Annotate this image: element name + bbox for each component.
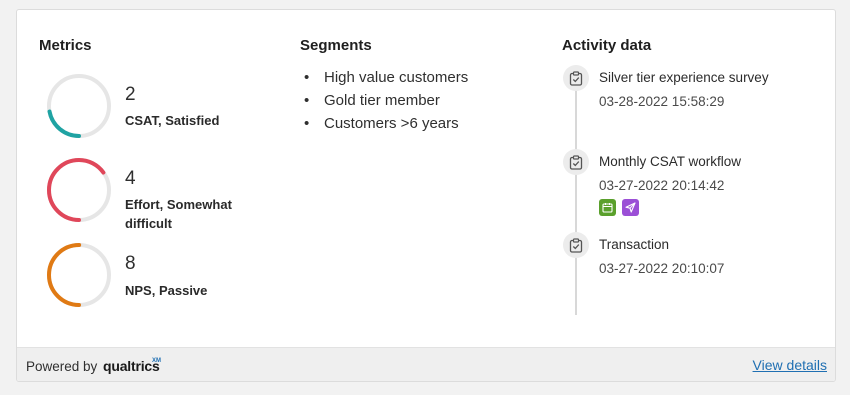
activity-time: 03-27-2022 20:10:07	[599, 261, 725, 276]
list-item: • Gold tier member	[304, 92, 440, 109]
metric-value: 2	[125, 84, 136, 105]
activity-time: 03-28-2022 15:58:29	[599, 94, 725, 109]
activity-title: Activity data	[562, 37, 652, 54]
view-details-link[interactable]: View details	[753, 357, 827, 373]
segment-label: Gold tier member	[324, 92, 440, 109]
timeline-line	[575, 90, 577, 315]
metric-label: CSAT, Satisfied	[125, 113, 220, 128]
segment-label: Customers >6 years	[324, 115, 459, 132]
clipboard-check-icon	[563, 149, 589, 175]
card-footer: Powered by qualtrics XM View details	[17, 347, 835, 381]
segments-list: • High value customers • Gold tier member …	[304, 66, 468, 135]
csat-gauge	[47, 74, 111, 138]
activity-time: 03-27-2022 20:14:42	[599, 178, 725, 193]
customer-summary-card: Metrics 2 CSAT, Satisfied 4 Effort, Some…	[16, 9, 836, 382]
xm-superscript: XM	[152, 358, 161, 364]
metric-value: 8	[125, 253, 136, 274]
calendar-icon[interactable]	[599, 199, 616, 216]
metric-nps: 8 NPS, Passive	[45, 241, 285, 311]
metric-label: Effort, Somewhat difficult	[125, 197, 232, 231]
activity-title-text: Transaction	[599, 237, 670, 252]
clipboard-check-icon	[563, 65, 589, 91]
segments-title: Segments	[300, 37, 372, 54]
effort-gauge	[47, 158, 111, 222]
activity-title-text: Silver tier experience survey	[599, 70, 769, 85]
send-icon[interactable]	[622, 199, 639, 216]
list-item: • High value customers	[304, 69, 469, 86]
metric-label: NPS, Passive	[125, 283, 208, 298]
clipboard-check-icon	[563, 232, 589, 258]
metric-value: 4	[125, 168, 136, 189]
metric-effort: 4 Effort, Somewhat difficult	[45, 156, 285, 231]
activity-title-text: Monthly CSAT workflow	[599, 154, 742, 169]
list-item: • Customers >6 years	[304, 115, 459, 132]
metric-csat: 2 CSAT, Satisfied	[45, 72, 285, 142]
nps-gauge	[47, 243, 111, 307]
segment-label: High value customers	[324, 69, 469, 86]
powered-by-text: Powered by	[26, 359, 98, 374]
metrics-title: Metrics	[39, 37, 92, 54]
